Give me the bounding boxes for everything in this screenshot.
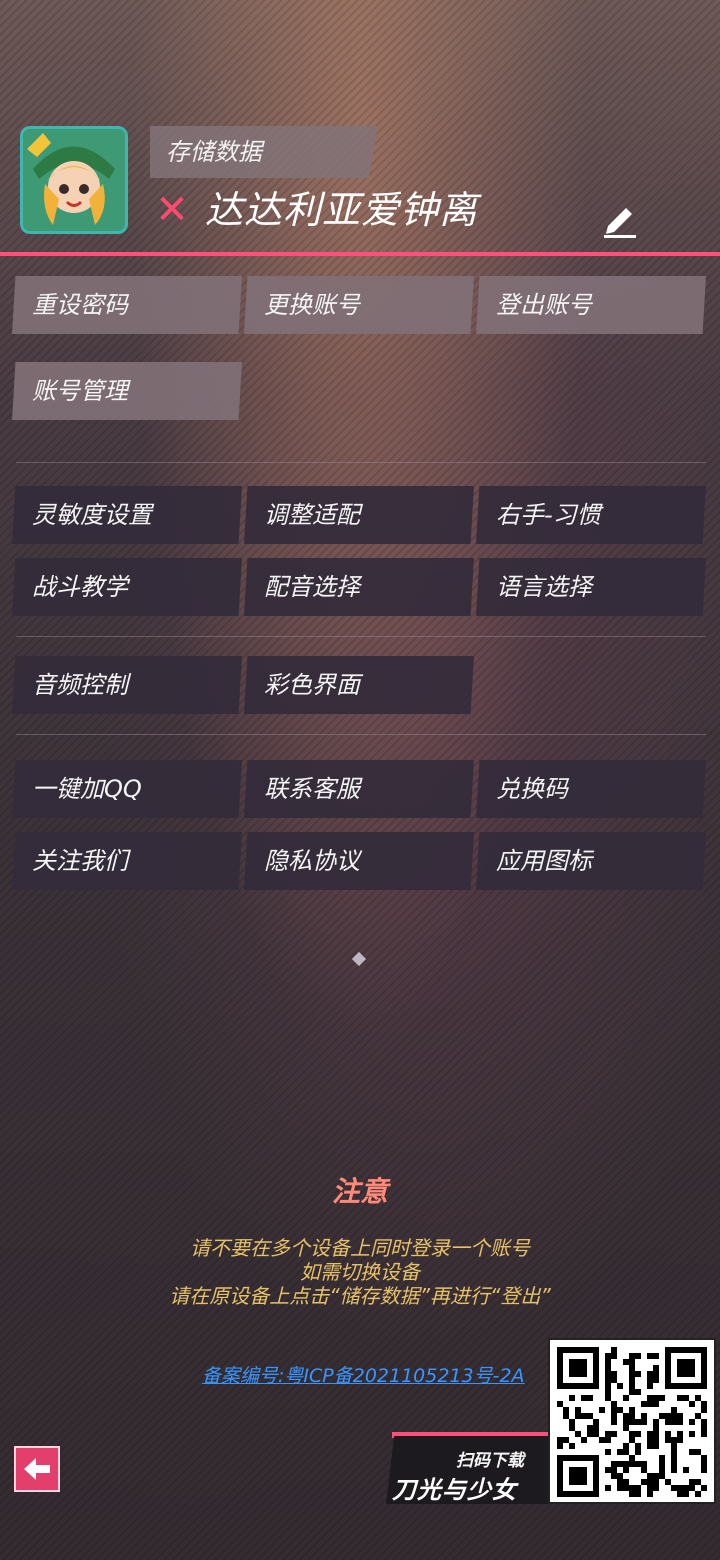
save-data-button[interactable]: 存储数据 xyxy=(150,126,378,178)
follow-us-button[interactable]: 关注我们 xyxy=(12,832,242,890)
contact-support-button[interactable]: 联系客服 xyxy=(244,760,474,818)
section-divider xyxy=(16,734,706,735)
header-divider xyxy=(0,252,720,256)
app-icon-button[interactable]: 应用图标 xyxy=(476,832,706,890)
notice-line: 请在原设备上点击“储存数据”再进行“登出” xyxy=(169,1284,551,1308)
avatar-character-image xyxy=(23,129,125,231)
color-interface-button[interactable]: 彩色界面 xyxy=(244,656,474,714)
pencil-icon[interactable] xyxy=(598,196,642,240)
combat-tutorial-button[interactable]: 战斗教学 xyxy=(12,558,242,616)
notice-title: 注意 xyxy=(331,1175,388,1208)
audio-control-button[interactable]: 音频控制 xyxy=(12,656,242,714)
back-button[interactable] xyxy=(14,1446,60,1492)
avatar[interactable] xyxy=(20,126,128,234)
section-divider xyxy=(16,636,706,637)
scan-download-label: 扫码下载 xyxy=(456,1451,524,1471)
username: 达达利亚爱钟离 xyxy=(205,188,479,232)
adjust-fit-button[interactable]: 调整适配 xyxy=(244,486,474,544)
join-qq-button[interactable]: 一键加QQ xyxy=(12,760,242,818)
account-management-button[interactable]: 账号管理 xyxy=(12,362,242,420)
logout-button[interactable]: 登出账号 xyxy=(476,276,706,334)
redeem-code-button[interactable]: 兑换码 xyxy=(476,760,706,818)
left-arrow-icon xyxy=(24,1458,50,1480)
section-divider xyxy=(16,462,706,463)
right-hand-habit-button[interactable]: 右手-习惯 xyxy=(476,486,706,544)
language-select-button[interactable]: 语言选择 xyxy=(476,558,706,616)
profile-header: 存储数据 ✕ 达达利亚爱钟离 xyxy=(0,118,720,258)
reset-password-button[interactable]: 重设密码 xyxy=(12,276,242,334)
voice-select-button[interactable]: 配音选择 xyxy=(244,558,474,616)
switch-account-button[interactable]: 更换账号 xyxy=(244,276,474,334)
icp-record-link[interactable]: 备案编号:粤ICP备2021105213号-2A xyxy=(202,1362,525,1390)
brand-logo: 刀光与少女 xyxy=(392,1476,517,1504)
x-mark-icon: ✕ xyxy=(155,187,189,233)
sensitivity-settings-button[interactable]: 灵敏度设置 xyxy=(12,486,242,544)
qr-code xyxy=(548,1338,716,1504)
privacy-policy-button[interactable]: 隐私协议 xyxy=(244,832,474,890)
